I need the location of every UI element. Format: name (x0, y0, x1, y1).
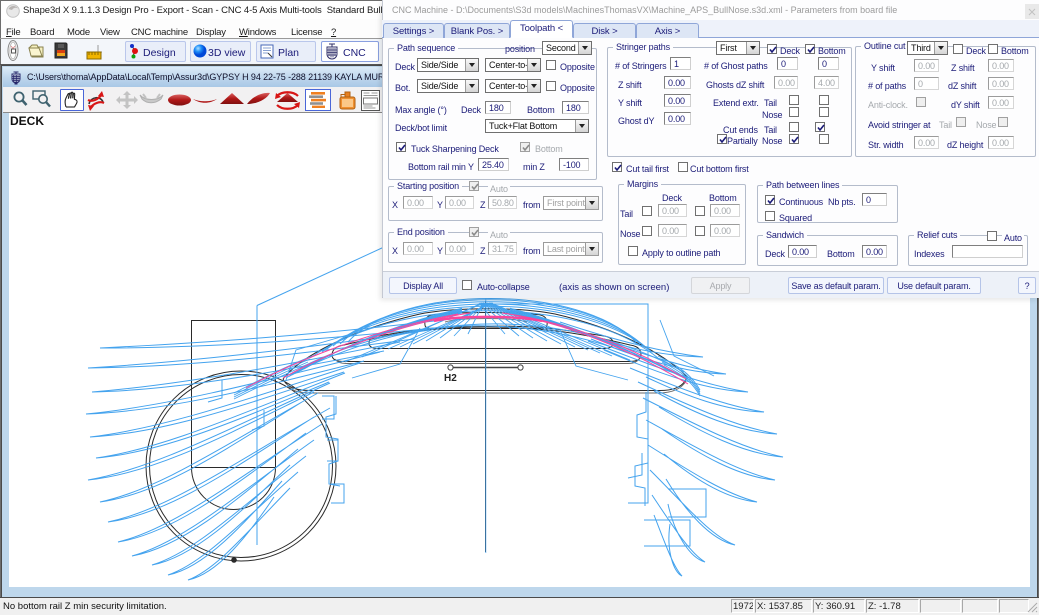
svg-text:H2: H2 (444, 373, 457, 384)
